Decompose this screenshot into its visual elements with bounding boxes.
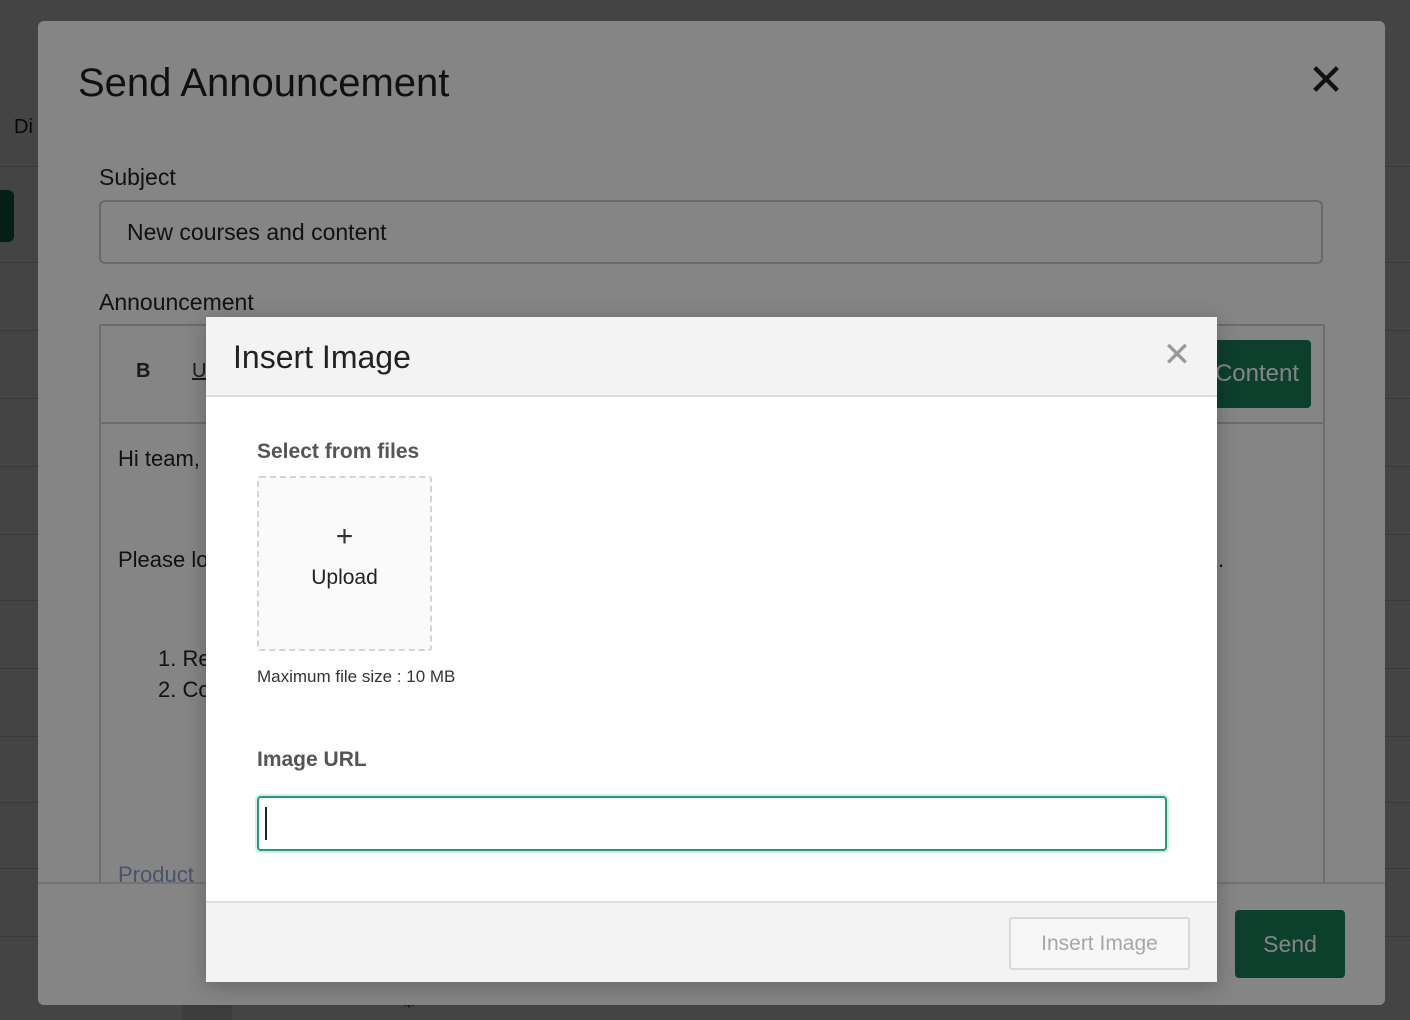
text-caret bbox=[265, 807, 267, 840]
upload-button[interactable]: + Upload bbox=[257, 476, 432, 651]
close-icon[interactable]: ✕ bbox=[1161, 338, 1193, 372]
plus-icon: + bbox=[335, 520, 354, 553]
select-files-label: Select from files bbox=[257, 440, 420, 463]
insert-image-button[interactable]: Insert Image bbox=[1009, 917, 1190, 970]
insert-image-dialog: Insert Image ✕ Select from files + Uploa… bbox=[206, 317, 1217, 982]
max-file-size-text: Maximum file size : 10 MB bbox=[257, 667, 456, 686]
image-url-label: Image URL bbox=[257, 748, 367, 771]
image-url-input[interactable] bbox=[257, 796, 1167, 851]
dialog-header: Insert Image ✕ bbox=[206, 317, 1217, 397]
upload-label: Upload bbox=[311, 566, 378, 589]
dialog-footer: Insert Image bbox=[206, 901, 1217, 982]
dialog-title: Insert Image bbox=[233, 339, 411, 375]
